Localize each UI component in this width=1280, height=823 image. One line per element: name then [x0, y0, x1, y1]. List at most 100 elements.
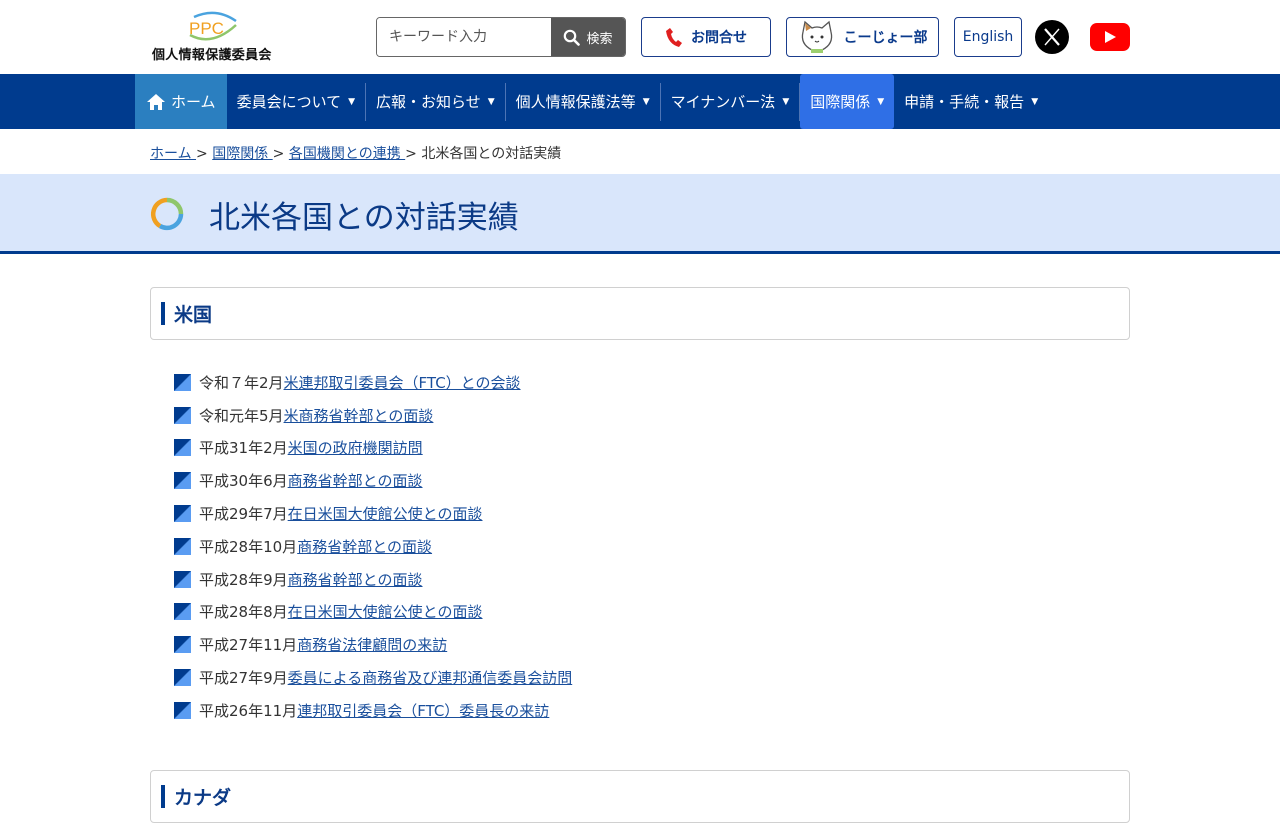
koujo-label: こーじょー部	[843, 30, 928, 46]
nav-mynumber-law[interactable]: マイナンバー法 ▼	[661, 74, 800, 129]
list-item: 平成30年6月 商務省幹部との面談	[174, 464, 1074, 497]
bullet-square-icon	[174, 701, 191, 719]
list-item: 平成26年11月 連邦取引委員会（FTC）委員長の来訪	[174, 694, 1074, 727]
section-heading-label: カナダ	[174, 787, 232, 809]
global-nav: ホーム 委員会について ▼ 広報・お知らせ ▼ 個人情報保護法等 ▼ マイナンバ…	[0, 74, 1280, 129]
search-box: 検索	[376, 17, 626, 57]
item-link[interactable]: 在日米国大使館公使との面談	[288, 503, 483, 524]
site-header: PPC 個人情報保護委員会 検索 お問合せ こーじょー部	[0, 0, 1280, 74]
nav-privacy-law-label: 個人情報保護法等	[515, 93, 636, 111]
contact-label: お問合せ	[691, 30, 747, 46]
bullet-square-icon	[174, 406, 191, 424]
x-logo-glyph	[1044, 28, 1060, 46]
bullet-square-icon	[174, 439, 191, 457]
item-date: 令和７年2月	[199, 373, 284, 392]
nav-privacy-law[interactable]: 個人情報保護法等 ▼	[506, 74, 660, 129]
bullet-square-icon	[174, 537, 191, 555]
cat-mascot-icon	[801, 20, 832, 53]
breadcrumb-separator: >	[272, 146, 285, 162]
item-link[interactable]: 連邦取引委員会（FTC）委員長の来訪	[297, 700, 549, 721]
item-link[interactable]: 在日米国大使館公使との面談	[288, 601, 483, 622]
nav-mynumber-law-label: マイナンバー法	[670, 93, 776, 111]
english-label: English	[962, 29, 1014, 45]
item-date: 平成26年11月	[199, 701, 298, 720]
phone-icon	[666, 28, 682, 47]
ppc-logo[interactable]: PPC 個人情報保護委員会	[152, 11, 274, 63]
dropdown-arrow-icon: ▼	[487, 96, 495, 107]
dropdown-arrow-icon: ▼	[877, 96, 885, 107]
nav-about[interactable]: 委員会について ▼	[227, 74, 365, 129]
item-date: 平成31年2月	[199, 439, 288, 458]
page-title: 北米各国との対話実績	[209, 200, 519, 236]
item-link[interactable]: 米国の政府機関訪問	[288, 437, 423, 458]
nav-international[interactable]: 国際関係 ▼	[800, 74, 895, 129]
breadcrumb-current: 北米各国との対話実績	[421, 146, 562, 162]
heading-accent-bar	[161, 785, 165, 808]
page-title-band: 北米各国との対話実績	[0, 174, 1280, 254]
item-date: 平成30年6月	[199, 472, 288, 491]
item-link[interactable]: 米連邦取引委員会（FTC）との会談	[284, 372, 521, 393]
breadcrumb-cooperation[interactable]: 各国機関との連携	[289, 146, 405, 162]
bullet-square-icon	[174, 373, 191, 391]
search-button-label: 検索	[586, 31, 613, 47]
list-item: 平成28年10月 商務省幹部との面談	[174, 530, 1074, 563]
item-date: 令和元年5月	[199, 406, 284, 425]
ppc-logo-icon: PPC	[189, 11, 237, 41]
nav-applications-label: 申請・手続・報告	[904, 93, 1025, 111]
section-heading-label: 米国	[174, 304, 213, 326]
list-item: 令和７年2月 米連邦取引委員会（FTC）との会談	[174, 366, 1074, 399]
x-twitter-icon[interactable]	[1035, 20, 1069, 54]
list-item: 平成28年8月 在日米国大使館公使との面談	[174, 596, 1074, 629]
list-item: 平成27年9月 委員による商務省及び連邦通信委員会訪問	[174, 661, 1074, 694]
nav-international-label: 国際関係	[810, 93, 871, 111]
section-heading-us: 米国	[150, 287, 1130, 340]
nav-news-label: 広報・お知らせ	[376, 93, 481, 111]
youtube-play-glyph	[1105, 31, 1116, 43]
item-date: 平成27年11月	[199, 636, 298, 655]
logo-text: 個人情報保護委員会	[152, 48, 272, 63]
item-link[interactable]: 商務省法律顧問の来訪	[297, 634, 447, 655]
contact-button[interactable]: お問合せ	[641, 17, 771, 57]
breadcrumb-home[interactable]: ホーム	[150, 146, 196, 162]
breadcrumb-international[interactable]: 国際関係	[212, 146, 272, 162]
logo-mark-text: PPC	[189, 19, 224, 38]
bullet-square-icon	[174, 472, 191, 490]
list-item: 平成28年9月 商務省幹部との面談	[174, 563, 1074, 596]
item-date: 平成28年9月	[199, 570, 288, 589]
item-date: 平成28年10月	[199, 537, 298, 556]
heading-accent-bar	[161, 302, 165, 325]
bullet-square-icon	[174, 603, 191, 621]
dropdown-arrow-icon: ▼	[642, 96, 650, 107]
koujo-button[interactable]: こーじょー部	[786, 17, 939, 57]
breadcrumb-separator: >	[405, 146, 417, 162]
list-item: 平成29年7月 在日米国大使館公使との面談	[174, 497, 1074, 530]
search-button[interactable]: 検索	[551, 18, 625, 56]
item-link[interactable]: 商務省幹部との面談	[288, 569, 423, 590]
nav-applications[interactable]: 申請・手続・報告 ▼	[894, 74, 1048, 129]
nav-home-label: ホーム	[171, 93, 216, 111]
youtube-icon[interactable]	[1090, 23, 1130, 51]
us-dialogue-list: 令和７年2月 米連邦取引委員会（FTC）との会談 令和元年5月 米商務省幹部との面談…	[174, 366, 1074, 727]
search-icon	[564, 29, 581, 46]
breadcrumb-separator: >	[196, 146, 208, 162]
list-item: 平成27年11月 商務省法律顧問の来訪	[174, 628, 1074, 661]
nav-news[interactable]: 広報・お知らせ ▼	[366, 74, 505, 129]
item-link[interactable]: 委員による商務省及び連邦通信委員会訪問	[288, 667, 573, 688]
section-heading-canada: カナダ	[150, 770, 1130, 823]
nav-home[interactable]: ホーム	[135, 74, 227, 129]
item-link[interactable]: 米商務省幹部との面談	[284, 405, 434, 426]
list-item: 令和元年5月 米商務省幹部との面談	[174, 399, 1074, 432]
home-icon	[147, 93, 165, 110]
item-link[interactable]: 商務省幹部との面談	[288, 470, 423, 491]
item-date: 平成28年8月	[199, 603, 288, 622]
bullet-square-icon	[174, 505, 191, 523]
item-date: 平成27年9月	[199, 669, 288, 688]
bullet-square-icon	[174, 570, 191, 588]
item-link[interactable]: 商務省幹部との面談	[297, 536, 432, 557]
english-button[interactable]: English	[954, 17, 1022, 57]
breadcrumb: ホーム > 国際関係 > 各国機関との連携 > 北米各国との対話実績	[150, 143, 561, 163]
search-input[interactable]	[377, 18, 551, 56]
dropdown-arrow-icon: ▼	[1031, 96, 1039, 107]
list-item: 平成31年2月 米国の政府機関訪問	[174, 432, 1074, 465]
bullet-square-icon	[174, 669, 191, 687]
